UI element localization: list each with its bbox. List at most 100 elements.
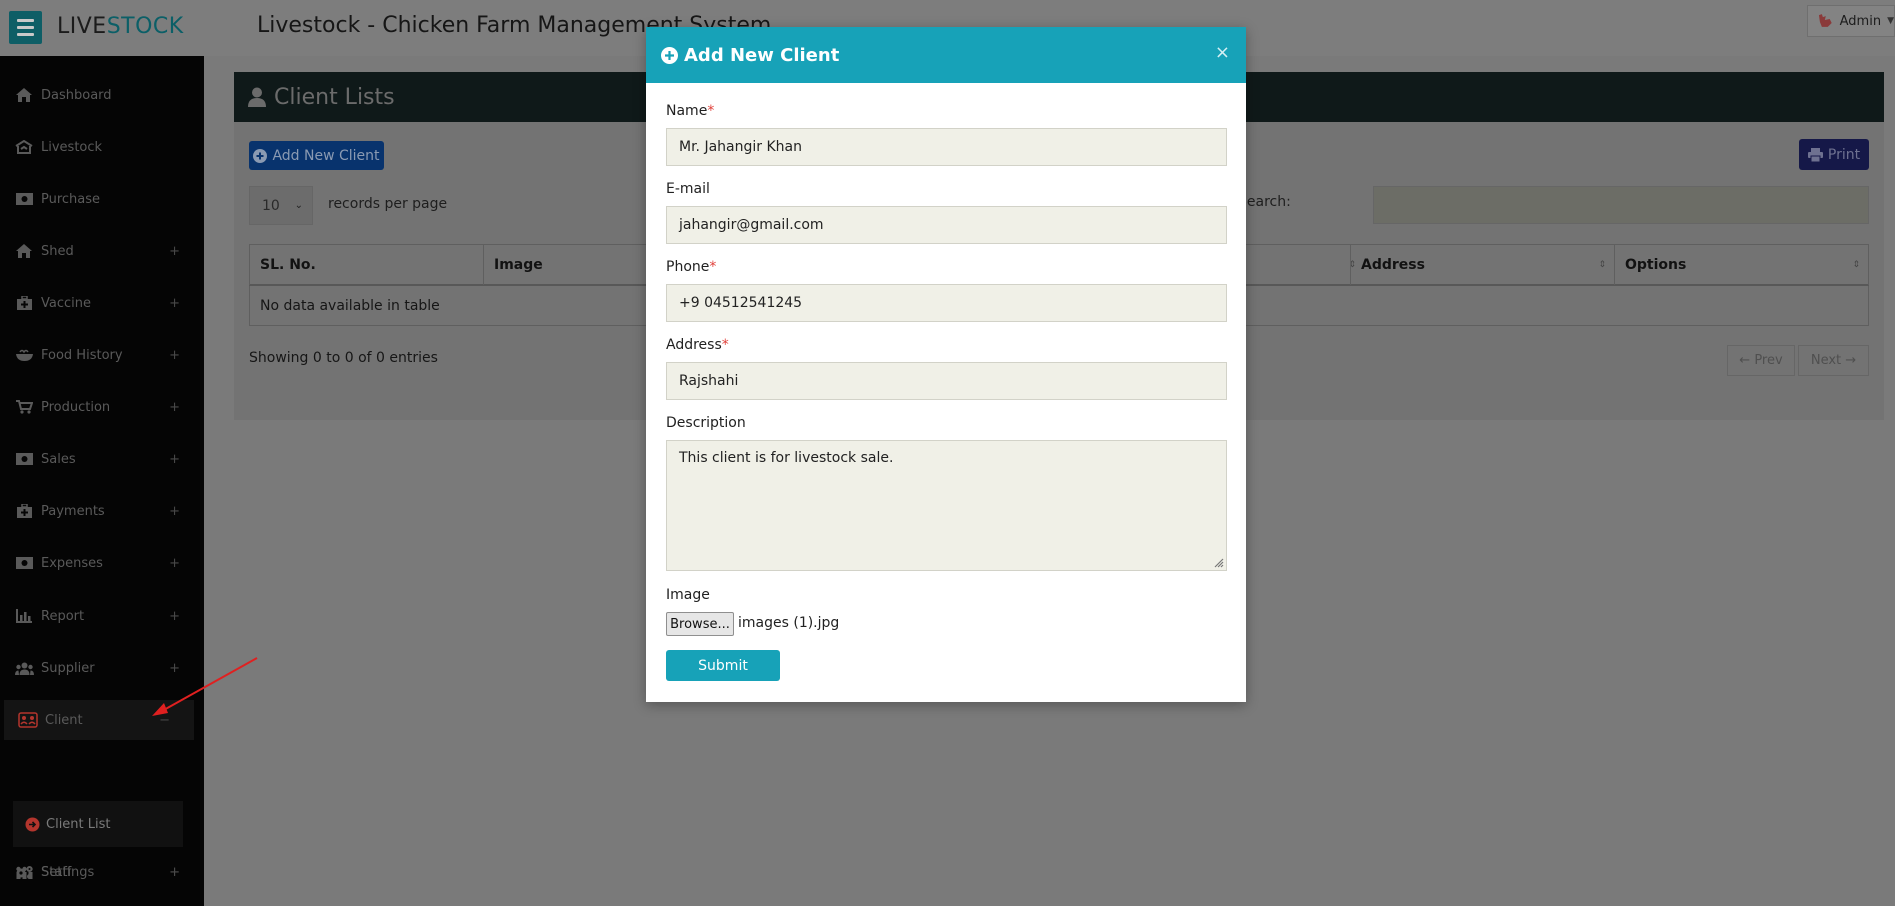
column-label: SL. No.	[260, 257, 316, 273]
money-icon	[14, 557, 34, 569]
column-header-image[interactable]: Image	[483, 245, 633, 285]
sidebar-item-label: Shed	[41, 243, 74, 259]
money-icon	[14, 453, 34, 465]
sidebar-item-supplier[interactable]: Supplier +	[0, 648, 204, 688]
sidebar-item-shed[interactable]: Shed +	[0, 231, 204, 271]
sidebar-item-label: Sales	[41, 451, 76, 467]
home-icon	[14, 244, 34, 258]
sort-icon: ⇕	[1852, 260, 1860, 270]
hamburger-line	[17, 26, 34, 29]
name-label: Name*	[666, 103, 714, 119]
rooster-icon	[1818, 14, 1832, 27]
required-asterisk: *	[709, 259, 717, 275]
expand-icon: +	[169, 608, 180, 624]
submit-button[interactable]: Submit	[666, 650, 780, 681]
money-icon	[14, 193, 34, 205]
entries-info: Showing 0 to 0 of 0 entries	[249, 350, 438, 366]
expand-icon: +	[169, 295, 180, 311]
sidebar-item-food-history[interactable]: Food History +	[0, 335, 204, 375]
description-textarea[interactable]: This client is for livestock sale.	[666, 440, 1227, 571]
sidebar-item-dashboard[interactable]: Dashboard	[0, 75, 204, 115]
column-label: Image	[494, 257, 543, 273]
next-page-button[interactable]: Next →	[1798, 345, 1869, 376]
expand-icon: +	[169, 347, 180, 363]
sidebar-item-purchase[interactable]: Purchase	[0, 179, 204, 219]
close-icon[interactable]: ×	[1215, 42, 1230, 63]
medkit-icon	[14, 296, 34, 310]
sidebar-item-production[interactable]: Production +	[0, 387, 204, 427]
selected-file-name: images (1).jpg	[738, 615, 840, 631]
users-icon	[14, 662, 34, 675]
sidebar-item-payments[interactable]: Payments +	[0, 491, 204, 531]
phone-field[interactable]: +9 04512541245	[666, 284, 1227, 322]
sidebar-item-livestock[interactable]: Livestock	[0, 127, 204, 167]
collapse-icon: −	[159, 712, 170, 728]
description-label: Description	[666, 415, 746, 431]
user-menu-button[interactable]: Admin ▼	[1807, 5, 1895, 37]
hamburger-line	[17, 33, 34, 36]
sidebar-item-label: Food History	[41, 347, 123, 363]
print-button[interactable]: Print	[1799, 139, 1869, 170]
email-field[interactable]: jahangir@gmail.com	[666, 206, 1227, 244]
address-field[interactable]: Rajshahi	[666, 362, 1227, 400]
menu-toggle-button[interactable]	[9, 11, 42, 44]
required-asterisk: *	[707, 103, 715, 119]
print-label: Print	[1827, 146, 1861, 163]
required-asterisk: *	[721, 337, 729, 353]
home-icon	[14, 88, 34, 102]
expand-icon: +	[169, 660, 180, 676]
sidebar-item-label: Purchase	[41, 191, 101, 207]
expand-icon: +	[169, 399, 180, 415]
expand-icon: +	[169, 503, 180, 519]
resize-grip-icon[interactable]	[1213, 557, 1224, 568]
name-field[interactable]: Mr. Jahangir Khan	[666, 128, 1227, 166]
sidebar-item-label: Payments	[41, 503, 105, 519]
cogs-icon	[14, 865, 34, 880]
sidebar-item-client[interactable]: Client −	[4, 700, 194, 740]
sidebar-item-label: Expenses	[41, 555, 103, 571]
sidebar-item-vaccine[interactable]: Vaccine +	[0, 283, 204, 323]
address-label: Address*	[666, 337, 729, 353]
column-header-sl-no[interactable]: SL. No.	[249, 245, 483, 285]
sort-icon: ⇕	[1598, 260, 1606, 270]
page-title: Client Lists	[274, 84, 395, 110]
plus-circle-icon	[661, 46, 678, 64]
search-input[interactable]	[1373, 186, 1869, 224]
name-label-text: Name	[666, 103, 708, 119]
medkit-icon	[14, 504, 34, 518]
records-per-page-select[interactable]: 10 ⌄	[249, 186, 313, 225]
image-label: Image	[666, 587, 710, 603]
sidebar-item-report[interactable]: Report +	[0, 596, 204, 636]
sidebar-item-sales[interactable]: Sales +	[0, 439, 204, 479]
add-new-client-button[interactable]: Add New Client	[249, 141, 384, 170]
chevron-down-icon: ⌄	[294, 200, 303, 211]
sidebar-item-label: Production	[41, 399, 111, 415]
sidebar-item-label: Vaccine	[41, 295, 91, 311]
sidebar: Dashboard Livestock Purchase Shed + Vacc…	[0, 56, 204, 906]
modal-title: Add New Client	[684, 44, 840, 66]
add-new-client-label: Add New Client	[272, 147, 380, 164]
bar-chart-icon	[14, 609, 34, 623]
browse-file-button[interactable]: Browse...	[666, 612, 734, 636]
livestock-icon	[14, 140, 34, 154]
column-label: Address	[1361, 257, 1425, 273]
description-value: This client is for livestock sale.	[679, 450, 894, 466]
sidebar-item-settings[interactable]: Settings +	[0, 852, 204, 892]
user-name: Admin	[1839, 13, 1882, 29]
printer-icon	[1807, 147, 1823, 162]
chevron-down-icon: ▼	[1887, 16, 1894, 26]
sidebar-item-label: Livestock	[41, 139, 103, 155]
user-icon	[248, 87, 266, 107]
phone-label-text: Phone	[666, 259, 710, 275]
expand-icon: +	[169, 451, 180, 467]
prev-page-button[interactable]: ← Prev	[1727, 345, 1795, 376]
phone-label: Phone*	[666, 259, 716, 275]
sidebar-item-label: Supplier	[41, 660, 95, 676]
app-logo[interactable]: LIVESTOCK	[57, 14, 184, 39]
modal-header: Add New Client ×	[646, 27, 1246, 83]
expand-icon: +	[169, 243, 180, 259]
column-header-options[interactable]: Options ⇕	[1614, 245, 1869, 285]
column-header-address[interactable]: Address ⇕	[1350, 245, 1614, 285]
sidebar-item-expenses[interactable]: Expenses +	[0, 543, 204, 583]
column-label: Options	[1625, 257, 1687, 273]
